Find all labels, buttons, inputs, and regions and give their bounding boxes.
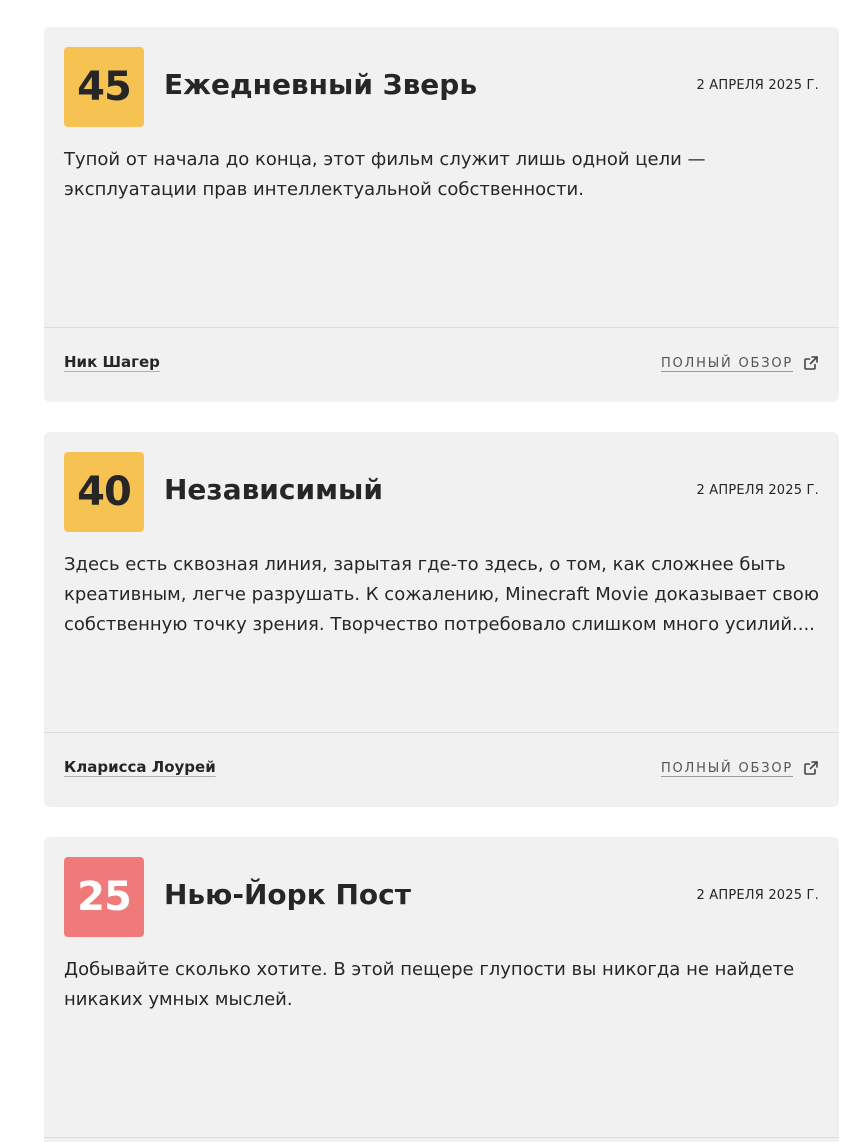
review-date: 2 АПРЕЛЯ 2025 Г. bbox=[696, 483, 819, 498]
full-review-link[interactable]: ПОЛНЫЙ ОБЗОР bbox=[661, 760, 819, 776]
publication-name: Независимый bbox=[164, 473, 383, 506]
external-link-icon bbox=[803, 355, 819, 371]
full-review-label: ПОЛНЫЙ ОБЗОР bbox=[660, 760, 793, 776]
review-header: 40 Независимый 2 АПРЕЛЯ 2025 Г. bbox=[64, 452, 819, 532]
review-date: 2 АПРЕЛЯ 2025 Г. bbox=[696, 78, 819, 93]
metascore-badge: 40 bbox=[64, 452, 144, 532]
critic-name-link[interactable]: Ник Шагер bbox=[64, 353, 160, 371]
review-footer: Кларисса Лоурей ПОЛНЫЙ ОБЗОР bbox=[64, 733, 819, 807]
publication-name: Нью-Йорк Пост bbox=[164, 878, 411, 911]
metascore-badge: 45 bbox=[64, 47, 144, 127]
critic-reviews-list: 45 Ежедневный Зверь 2 АПРЕЛЯ 2025 Г. Туп… bbox=[0, 0, 847, 1142]
review-header: 25 Нью-Йорк Пост 2 АПРЕЛЯ 2025 Г. bbox=[64, 857, 819, 937]
review-footer: Ник Шагер ПОЛНЫЙ ОБЗОР bbox=[64, 328, 819, 402]
publication-name: Ежедневный Зверь bbox=[164, 68, 478, 101]
full-review-link[interactable]: ПОЛНЫЙ ОБЗОР bbox=[661, 355, 819, 371]
review-card: 25 Нью-Йорк Пост 2 АПРЕЛЯ 2025 Г. Добыва… bbox=[44, 837, 839, 1142]
review-quote: Тупой от начала до конца, этот фильм слу… bbox=[64, 149, 706, 200]
review-quote: Добывайте сколько хотите. В этой пещере … bbox=[64, 959, 795, 1010]
full-review-label: ПОЛНЫЙ ОБЗОР bbox=[660, 355, 793, 371]
external-link-icon bbox=[803, 760, 819, 776]
review-card: 40 Независимый 2 АПРЕЛЯ 2025 Г. Здесь ес… bbox=[44, 432, 839, 807]
review-header: 45 Ежедневный Зверь 2 АПРЕЛЯ 2025 Г. bbox=[64, 47, 819, 127]
review-quote: Здесь есть сквозная линия, зарытая где-т… bbox=[64, 554, 819, 635]
review-card: 45 Ежедневный Зверь 2 АПРЕЛЯ 2025 Г. Туп… bbox=[44, 27, 839, 402]
metascore-badge: 25 bbox=[64, 857, 144, 937]
review-date: 2 АПРЕЛЯ 2025 Г. bbox=[696, 888, 819, 903]
divider bbox=[44, 1137, 839, 1138]
critic-name-link[interactable]: Кларисса Лоурей bbox=[64, 758, 216, 776]
